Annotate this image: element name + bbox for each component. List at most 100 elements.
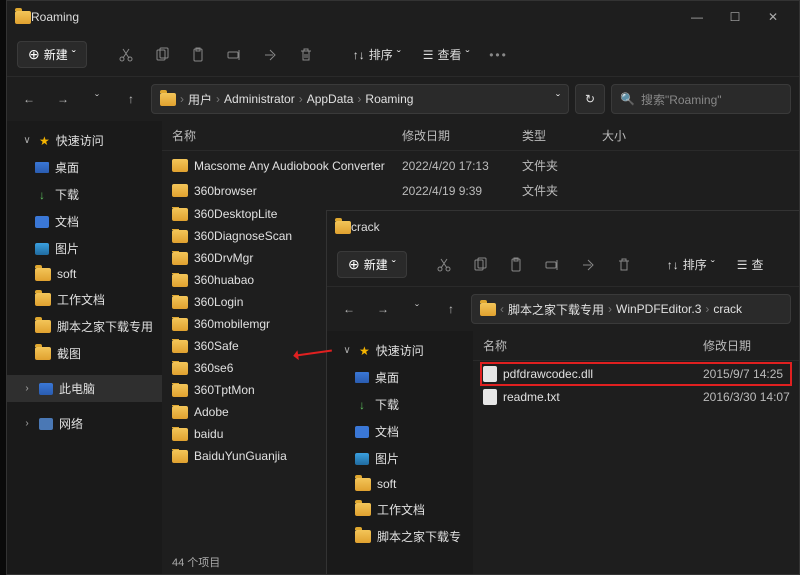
sort-dropdown[interactable]: ↑↓ 排序 ˇ [345, 42, 409, 67]
sidebar-item[interactable]: 截图 [7, 340, 162, 367]
sidebar-item[interactable]: soft [7, 262, 162, 286]
folder-icon [35, 268, 51, 281]
share-button[interactable] [573, 250, 603, 280]
new-button-label: 新建 [364, 256, 388, 273]
close-button[interactable]: ✕ [755, 3, 791, 31]
table-row[interactable]: readme.txt 2016/3/30 14:07 [481, 385, 791, 409]
refresh-button[interactable]: ↻ [575, 84, 605, 114]
sidebar-label: 快速访问 [56, 132, 104, 149]
breadcrumb[interactable]: › 用户 › Administrator › AppData › Roaming… [151, 84, 569, 114]
view-dropdown[interactable]: ☰ 查看 ˇ [415, 42, 478, 67]
sidebar-item[interactable]: 文档 [327, 418, 473, 445]
minimize-button[interactable]: — [679, 3, 715, 31]
col-size[interactable]: 大小 [602, 127, 662, 144]
sidebar-item[interactable]: ↓下载 [7, 181, 162, 208]
chevron-down-icon[interactable]: ˇ [83, 85, 111, 113]
view-label: 查 [752, 256, 764, 273]
sidebar-item[interactable]: 桌面 [327, 364, 473, 391]
sidebar-item[interactable]: 脚本之家下载专用 [7, 313, 162, 340]
file-name: 360Safe [194, 339, 239, 353]
sidebar-item-label: 工作文档 [377, 501, 425, 518]
table-row[interactable]: pdfdrawcodec.dll 2015/9/7 14:25 [481, 363, 791, 385]
sidebar-quick-access[interactable]: ∨ ★ 快速访问 [7, 127, 162, 154]
breadcrumb[interactable]: ‹ 脚本之家下载专用 › WinPDFEditor.3 › crack [471, 294, 791, 324]
file-date: 2016/3/30 14:07 [703, 390, 799, 404]
col-date[interactable]: 修改日期 [703, 337, 799, 354]
expander-icon[interactable]: › [21, 418, 33, 429]
file-name: 360DiagnoseScan [194, 229, 292, 243]
cut-button[interactable] [429, 250, 459, 280]
col-name[interactable]: 名称 [172, 127, 402, 144]
back-button[interactable]: ← [335, 295, 363, 323]
sidebar-item[interactable]: 桌面 [7, 154, 162, 181]
sort-label: 排序 [683, 256, 707, 273]
expander-icon[interactable]: › [21, 383, 33, 394]
sort-dropdown[interactable]: ↑↓ 排序 ˇ [659, 252, 723, 277]
breadcrumb-item[interactable]: WinPDFEditor.3 [616, 302, 701, 316]
up-button[interactable]: ↑ [437, 295, 465, 323]
file-date: 2015/9/7 14:25 [703, 367, 799, 381]
forward-button[interactable]: → [369, 295, 397, 323]
expander-icon[interactable]: ∨ [341, 345, 353, 356]
search-input[interactable]: 🔍 搜索"Roaming" [611, 84, 791, 114]
new-button[interactable]: ⊕ 新建 ˇ [17, 41, 87, 68]
paste-button[interactable] [183, 40, 213, 70]
sidebar-network[interactable]: › 网络 [7, 410, 162, 437]
file-name: readme.txt [503, 390, 560, 404]
chevron-down-icon: ˇ [711, 258, 715, 272]
back-button[interactable]: ← [15, 85, 43, 113]
chevron-down-icon[interactable]: ˇ [556, 92, 560, 106]
paste-button[interactable] [501, 250, 531, 280]
col-date[interactable]: 修改日期 [402, 127, 522, 144]
rename-button[interactable] [219, 40, 249, 70]
folder-icon [172, 252, 188, 265]
sidebar-item[interactable]: soft [327, 472, 473, 496]
sidebar-item[interactable]: 工作文档 [7, 286, 162, 313]
breadcrumb-item[interactable]: AppData [307, 92, 354, 106]
file-name: BaiduYunGuanjia [194, 449, 287, 463]
sidebar-item[interactable]: 工作文档 [327, 496, 473, 523]
up-button[interactable]: ↑ [117, 85, 145, 113]
copy-button[interactable] [147, 40, 177, 70]
folder-icon [172, 340, 188, 353]
new-button[interactable]: ⊕ 新建 ˇ [337, 251, 407, 278]
cut-button[interactable] [111, 40, 141, 70]
column-headers: 名称 修改日期 [473, 331, 799, 361]
sidebar-item[interactable]: 图片 [7, 235, 162, 262]
forward-button[interactable]: → [49, 85, 77, 113]
breadcrumb-item[interactable]: 用户 [188, 91, 212, 108]
toolbar: ⊕ 新建 ˇ ↑↓ 排序 ˇ ☰ 查看 ˇ ••• [7, 33, 799, 77]
breadcrumb-item[interactable]: Administrator [224, 92, 295, 106]
rename-button[interactable] [537, 250, 567, 280]
delete-button[interactable] [609, 250, 639, 280]
sort-label: 排序 [369, 46, 393, 63]
table-row[interactable]: 360browser 2022/4/19 9:39 文件夹 [170, 178, 791, 203]
sidebar-item[interactable]: 文档 [7, 208, 162, 235]
expander-icon[interactable]: ∨ [21, 135, 33, 146]
sidebar-item-label: 截图 [57, 345, 81, 362]
sidebar-item[interactable]: ↓下载 [327, 391, 473, 418]
col-type[interactable]: 类型 [522, 127, 602, 144]
sidebar-item[interactable]: 脚本之家下载专 [327, 523, 473, 550]
share-button[interactable] [255, 40, 285, 70]
sidebar-item[interactable]: 图片 [327, 445, 473, 472]
sidebar-this-pc[interactable]: › 此电脑 [7, 375, 162, 402]
view-dropdown[interactable]: ☰ 查 [729, 252, 772, 277]
folder-icon [355, 530, 371, 543]
delete-button[interactable] [291, 40, 321, 70]
sidebar-quick-access[interactable]: ∨ ★ 快速访问 [327, 337, 473, 364]
table-row[interactable]: Macsome Any Audiobook Converter 2022/4/2… [170, 153, 791, 178]
maximize-button[interactable]: ☐ [717, 3, 753, 31]
breadcrumb-item[interactable]: Roaming [365, 92, 413, 106]
chevron-down-icon: ˇ [72, 48, 76, 62]
breadcrumb-item[interactable]: 脚本之家下载专用 [508, 301, 604, 318]
titlebar[interactable]: crack [327, 211, 799, 243]
more-button[interactable]: ••• [484, 40, 514, 70]
chevron-down-icon[interactable]: ˇ [403, 295, 431, 323]
col-name[interactable]: 名称 [483, 337, 703, 354]
document-icon [355, 426, 369, 438]
copy-button[interactable] [465, 250, 495, 280]
breadcrumb-item[interactable]: crack [713, 302, 742, 316]
titlebar[interactable]: Roaming — ☐ ✕ [7, 1, 799, 33]
file-name: 360browser [194, 184, 257, 198]
